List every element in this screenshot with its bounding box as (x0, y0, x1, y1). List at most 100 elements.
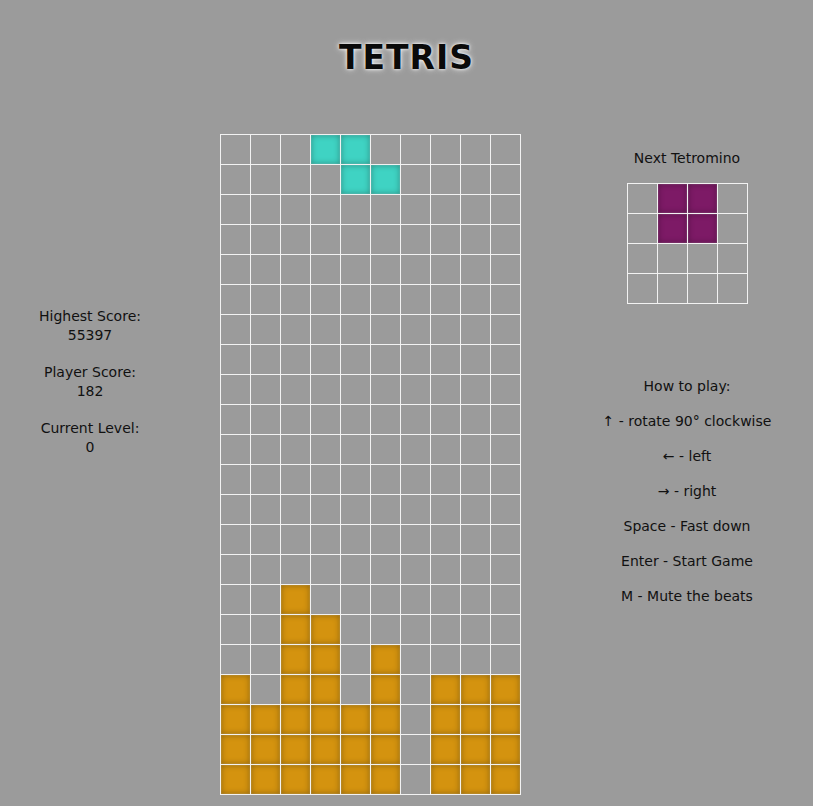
help: How to play:↑ - rotate 90° clockwise← - … (603, 377, 772, 606)
locked-block (341, 705, 371, 735)
board-cell (461, 225, 491, 255)
header: TETRIS (0, 0, 813, 134)
board-cell (311, 285, 341, 315)
board-cell (311, 525, 341, 555)
locked-block (311, 615, 341, 645)
board-cell (431, 525, 461, 555)
board-cell (461, 405, 491, 435)
board-cell (311, 225, 341, 255)
board-cell (281, 135, 311, 165)
board-cell (371, 225, 401, 255)
control-hint: Space - Fast down (624, 517, 751, 536)
board-cell (221, 495, 251, 525)
locked-block (221, 735, 251, 765)
board-cell (341, 495, 371, 525)
next-label: Next Tetromino (634, 149, 740, 167)
board-cell (401, 735, 431, 765)
board-cell (491, 435, 521, 465)
board-cell (461, 195, 491, 225)
board-cell (311, 195, 341, 225)
locked-block (371, 645, 401, 675)
locked-block (221, 765, 251, 795)
board[interactable] (220, 134, 521, 795)
board-cell (251, 345, 281, 375)
stat-label: Current Level: (41, 419, 140, 438)
board-cell (491, 255, 521, 285)
board-cell (401, 675, 431, 705)
board-cell (401, 495, 431, 525)
board-cell (221, 555, 251, 585)
locked-block (431, 765, 461, 795)
preview-cell (658, 274, 688, 304)
locked-block (461, 675, 491, 705)
board-cell (371, 315, 401, 345)
board-cell (461, 345, 491, 375)
locked-block (311, 705, 341, 735)
board-cell (461, 165, 491, 195)
board-cell (221, 375, 251, 405)
board-cell (221, 465, 251, 495)
board-cell (341, 675, 371, 705)
locked-block (281, 675, 311, 705)
board-cell (491, 615, 521, 645)
board-cell (251, 585, 281, 615)
board-cell (461, 615, 491, 645)
board-cell (401, 345, 431, 375)
active-block (341, 165, 371, 195)
board-cell (221, 435, 251, 465)
board-cell (461, 495, 491, 525)
board-cell (401, 615, 431, 645)
board-cell (401, 645, 431, 675)
board-cell (431, 555, 461, 585)
board-cell (401, 555, 431, 585)
preview-cell (658, 244, 688, 274)
board-cell (311, 465, 341, 495)
board-cell (251, 375, 281, 405)
board-cell (491, 315, 521, 345)
preview-cell (718, 214, 748, 244)
board-cell (221, 645, 251, 675)
locked-block (491, 705, 521, 735)
board-cell (371, 585, 401, 615)
locked-block (431, 735, 461, 765)
board-cell (341, 465, 371, 495)
board-cell (371, 195, 401, 225)
board-cell (311, 555, 341, 585)
game-area: Highest Score:55397Player Score:182Curre… (0, 134, 813, 795)
board-cell (431, 585, 461, 615)
preview-cell (718, 184, 748, 214)
board-cell (221, 345, 251, 375)
board-cell (431, 375, 461, 405)
board-cell (491, 585, 521, 615)
board-cell (491, 165, 521, 195)
locked-block (371, 735, 401, 765)
stat-value: 55397 (39, 326, 141, 345)
board-cell (281, 345, 311, 375)
preview-cell (628, 274, 658, 304)
board-cell (401, 165, 431, 195)
locked-block (491, 765, 521, 795)
board-cell (251, 225, 281, 255)
control-hint: ↑ - rotate 90° clockwise (603, 412, 772, 431)
board-cell (251, 255, 281, 285)
locked-block (461, 705, 491, 735)
board-cell (491, 135, 521, 165)
board-cell (371, 255, 401, 285)
board-cell (341, 315, 371, 345)
board-cell (341, 195, 371, 225)
board-cell (341, 345, 371, 375)
board-cell (431, 225, 461, 255)
board-cell (281, 285, 311, 315)
board-cell (281, 465, 311, 495)
board-cell (401, 285, 431, 315)
board-cell (281, 525, 311, 555)
board-cell (281, 225, 311, 255)
locked-block (461, 765, 491, 795)
active-block (371, 165, 401, 195)
board-cell (401, 435, 431, 465)
board-cell (341, 375, 371, 405)
locked-block (221, 705, 251, 735)
board-cell (431, 495, 461, 525)
board-cell (461, 555, 491, 585)
stat-label: Player Score: (44, 363, 136, 382)
